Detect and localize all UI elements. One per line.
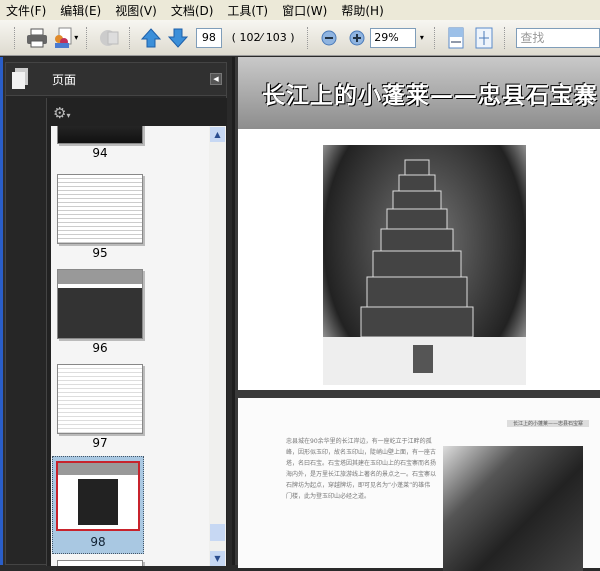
pages-panel-header: 页面 ◀ [6, 63, 226, 96]
search-input[interactable]: 查找 [516, 27, 600, 48]
separator [433, 26, 437, 49]
separator [503, 26, 507, 49]
pagoda-image [323, 159, 526, 385]
previous-page-button[interactable] [139, 25, 162, 51]
separator [128, 26, 132, 49]
toolbar-grip[interactable] [14, 26, 17, 49]
thumbnail-label: 95 [92, 246, 108, 260]
fit-page-icon [475, 27, 493, 48]
zoom-dropdown-icon[interactable]: ▾ [420, 33, 424, 42]
page-number-input[interactable]: 98 [196, 27, 222, 48]
panel-title: 页面 [52, 72, 77, 87]
options-gear-button[interactable]: ⚙▾ [53, 104, 70, 122]
users-document-icon [55, 27, 72, 48]
thumbnail-label: 96 [92, 341, 108, 355]
thumbnail-95[interactable] [57, 174, 143, 244]
scroll-up-button[interactable]: ▲ [210, 127, 225, 142]
separator [86, 26, 89, 49]
speech-icon [99, 29, 119, 46]
thumbnail-pane: ⚙▾ 94 95 96 97 98 ▲ ▼ [46, 98, 227, 566]
printer-icon [26, 28, 47, 47]
zoom-level-input[interactable]: 29% [370, 27, 416, 48]
menu-tools[interactable]: 工具(T) [227, 2, 268, 19]
toolbar: ▾ 98 ( 102⁄ 103 ) 29% ▾ 查找 [0, 20, 600, 56]
menu-bar: 文件(F) 编辑(E) 视图(V) 文档(D) 工具(T) 窗口(W) 帮助(H… [0, 0, 600, 20]
page-count: ( 102⁄ 103 ) [231, 31, 295, 44]
thumbnail-label: 94 [92, 146, 108, 160]
fit-width-icon [448, 27, 464, 48]
thumbnail-94[interactable] [57, 126, 143, 144]
comment-button-disabled[interactable] [97, 25, 120, 51]
fit-page-button[interactable] [472, 25, 495, 51]
menu-window[interactable]: 窗口(W) [282, 2, 327, 19]
page-98: 长江上的小蓬莱——忠县石宝寨 [238, 57, 600, 390]
next-page-button[interactable] [167, 25, 190, 51]
thumbnail-label: 97 [92, 436, 108, 450]
body-text: 忠县城在90余华里的长江岸边，有一座屹立于江畔的孤峰，因形似玉印，故名玉印山，陡… [286, 438, 437, 500]
thumbnail-98-selected[interactable]: 98 [52, 456, 144, 554]
print-button[interactable] [25, 25, 48, 51]
menu-document[interactable]: 文档(D) [171, 2, 214, 19]
thumbnail-scrollbar[interactable]: ▲ ▼ [209, 126, 226, 566]
menu-view[interactable]: 视图(V) [115, 2, 157, 19]
arrow-down-icon [168, 28, 189, 48]
pagoda-photo [323, 145, 526, 385]
pages-panel: 页面 ◀ ⚙▾ 94 95 96 97 98 ▲ ▼ [5, 62, 227, 566]
fit-width-button[interactable] [445, 25, 468, 51]
menu-file[interactable]: 文件(F) [6, 2, 46, 19]
plus-circle-icon [349, 30, 365, 45]
thumbnail-96[interactable] [57, 269, 143, 339]
thumbnail-label: 98 [90, 535, 106, 549]
page-title-banner: 长江上的小蓬莱——忠县石宝寨 [238, 57, 600, 129]
separator [306, 26, 310, 49]
tree-photo [443, 446, 583, 571]
document-view[interactable]: 长江上的小蓬莱——忠县石宝寨 长江上的小蓬莱——忠县石宝寨 忠县城在90余华里的… [232, 57, 600, 571]
arrow-up-icon [141, 27, 162, 47]
minus-circle-icon [321, 30, 337, 45]
pages-icon [12, 68, 28, 89]
thumbnail-99[interactable] [57, 560, 143, 566]
thumbnail-list: 94 95 96 97 98 [51, 126, 209, 566]
collaborate-button[interactable]: ▾ [52, 25, 78, 51]
menu-help[interactable]: 帮助(H) [341, 2, 383, 19]
scroll-thumb[interactable] [210, 524, 225, 541]
menu-edit[interactable]: 编辑(E) [60, 2, 101, 19]
collapse-panel-button[interactable]: ◀ [210, 73, 222, 85]
thumbnail-97[interactable] [57, 364, 143, 434]
scroll-down-button[interactable]: ▼ [210, 551, 225, 566]
zoom-in-button[interactable] [345, 25, 368, 51]
running-header: 长江上的小蓬莱——忠县石宝寨 [506, 420, 589, 427]
page-99: 长江上的小蓬莱——忠县石宝寨 忠县城在90余华里的长江岸边，有一座屹立于江畔的孤… [238, 398, 600, 571]
zoom-out-button[interactable] [317, 25, 340, 51]
